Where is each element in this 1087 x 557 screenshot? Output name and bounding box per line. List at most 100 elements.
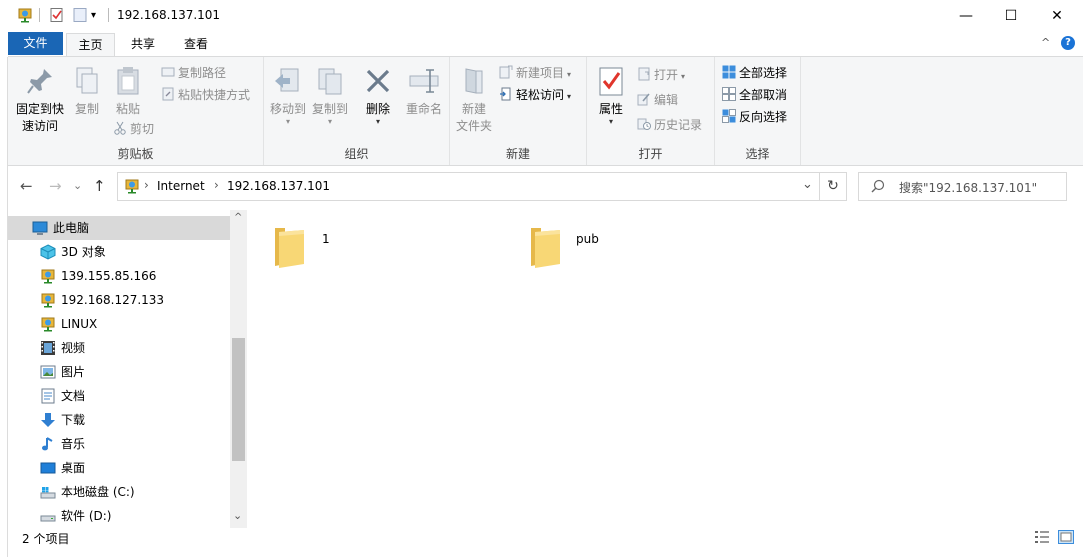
- edit-button[interactable]: 编辑: [637, 90, 678, 110]
- copy-button[interactable]: 复制: [68, 65, 106, 118]
- sidebar-item-music[interactable]: 音乐: [8, 432, 230, 456]
- easy-access-button[interactable]: 轻松访问 ▾: [499, 85, 571, 105]
- edit-label: 编辑: [654, 93, 679, 107]
- new-folder-button[interactable]: 新建 文件夹: [454, 65, 494, 135]
- sidebar-item-this-pc[interactable]: 此电脑: [8, 216, 230, 240]
- desktop-icon: [40, 460, 56, 476]
- window-title: 192.168.137.101: [117, 8, 221, 22]
- pin-icon: [24, 65, 56, 97]
- new-group: 新建 文件夹 新建项目 ▾ 轻松访问 ▾ 新建: [450, 57, 587, 165]
- move-to-button[interactable]: 移动到 ▾: [268, 65, 308, 126]
- move-to-label: 移动到: [269, 102, 306, 116]
- sidebar-item-documents[interactable]: 文档: [8, 384, 230, 408]
- select-none-label: 全部取消: [739, 88, 788, 102]
- sidebar-item-videos[interactable]: 视频: [8, 336, 230, 360]
- open-dropdown-icon: ▾: [681, 72, 686, 81]
- sidebar-item-desktop[interactable]: 桌面: [8, 456, 230, 480]
- search-icon: [871, 179, 885, 193]
- cut-button[interactable]: 剪切: [113, 119, 154, 139]
- scroll-down-icon[interactable]: ⌄: [233, 509, 242, 522]
- search-box[interactable]: 搜索"192.168.137.101": [858, 172, 1067, 201]
- address-bar[interactable]: › Internet › 192.168.137.101 ⌄: [117, 172, 820, 201]
- collapse-ribbon-icon[interactable]: ^: [1041, 36, 1050, 49]
- organize-group-label: 组织: [344, 147, 369, 161]
- drive-icon: [40, 508, 56, 524]
- back-button[interactable]: ←: [20, 178, 33, 194]
- ribbon-tabs: 文件 主页 共享 查看 ^ ?: [0, 31, 1087, 58]
- properties-icon: [595, 65, 627, 97]
- open-button[interactable]: 打开 ▾: [637, 65, 685, 85]
- navigation-scrollbar[interactable]: ^ ⌄: [230, 210, 247, 528]
- large-icons-view-icon[interactable]: [1058, 530, 1074, 544]
- address-dropdown-icon[interactable]: ⌄: [802, 177, 813, 192]
- select-group: 全部选择 全部取消 反向选择 选择: [715, 57, 801, 165]
- rename-label: 重命名: [405, 102, 442, 116]
- tab-home[interactable]: 主页: [66, 33, 115, 58]
- network-location-icon: [124, 178, 140, 194]
- delete-button[interactable]: 删除 ▾: [362, 65, 394, 126]
- sidebar-item-network-2[interactable]: 192.168.127.133: [8, 288, 230, 312]
- paste-shortcut-button[interactable]: 粘贴快捷方式: [161, 85, 250, 105]
- copy-path-icon: [161, 65, 175, 79]
- maximize-button[interactable]: ☐: [988, 0, 1034, 31]
- minimize-button[interactable]: —: [943, 0, 989, 31]
- delete-label: 删除: [365, 102, 390, 116]
- open-icon: [637, 67, 651, 81]
- pin-label-2: 速访问: [21, 119, 58, 133]
- sidebar-item-downloads[interactable]: 下载: [8, 408, 230, 432]
- help-icon[interactable]: ?: [1061, 36, 1075, 50]
- sidebar-item-drive-d[interactable]: 软件 (D:): [8, 504, 230, 528]
- folder-icon: [529, 224, 563, 268]
- invert-selection-label: 反向选择: [739, 110, 788, 124]
- new-item-label: 新建项目: [516, 66, 565, 80]
- properties-quick-icon[interactable]: [49, 7, 65, 23]
- tab-file[interactable]: 文件: [8, 32, 63, 55]
- paste-button[interactable]: 粘贴: [109, 65, 147, 118]
- tab-view[interactable]: 查看: [173, 33, 219, 57]
- folder-item[interactable]: pub: [529, 218, 759, 274]
- select-all-button[interactable]: 全部选择: [722, 63, 787, 83]
- sidebar-item-network-1[interactable]: 139.155.85.166: [8, 264, 230, 288]
- refresh-button[interactable]: ↻: [819, 172, 847, 201]
- organize-group: 移动到 ▾ 复制到 ▾ 删除 ▾ 重命名 组织: [264, 57, 450, 165]
- easy-access-icon: [499, 87, 513, 101]
- rename-button[interactable]: 重命名: [402, 65, 446, 118]
- file-list: 1 pub: [247, 210, 1080, 528]
- easy-access-label: 轻松访问: [516, 88, 565, 102]
- new-folder-quick-icon[interactable]: [72, 7, 88, 23]
- new-item-button[interactable]: 新建项目 ▾: [499, 63, 571, 83]
- close-button[interactable]: ✕: [1034, 0, 1080, 31]
- sidebar-item-pictures[interactable]: 图片: [8, 360, 230, 384]
- tab-share[interactable]: 共享: [120, 33, 166, 57]
- item-count: 2 个项目: [22, 532, 70, 546]
- sidebar-item-local-disk-c[interactable]: 本地磁盘 (C:): [8, 480, 230, 504]
- forward-button[interactable]: →: [49, 178, 62, 194]
- video-icon: [40, 340, 56, 356]
- sidebar-item-label: 此电脑: [53, 221, 90, 235]
- sidebar-item-3d-objects[interactable]: 3D 对象: [8, 240, 230, 264]
- copy-path-label: 复制路径: [178, 66, 227, 80]
- recent-locations-button[interactable]: ⌄: [73, 178, 82, 194]
- up-button[interactable]: ↑: [93, 178, 106, 194]
- details-view-icon[interactable]: [1034, 530, 1050, 544]
- scrollbar-thumb[interactable]: [232, 338, 245, 461]
- select-none-button[interactable]: 全部取消: [722, 85, 787, 105]
- properties-button[interactable]: 属性 ▾: [591, 65, 631, 126]
- sidebar-item-linux[interactable]: LINUX: [8, 312, 230, 336]
- folder-item[interactable]: 1: [273, 218, 503, 274]
- sidebar-item-label: 视频: [61, 341, 86, 355]
- customize-quick-access-icon[interactable]: ▾: [91, 10, 107, 26]
- scroll-up-icon[interactable]: ^: [234, 212, 242, 223]
- copy-path-button[interactable]: 复制路径: [161, 63, 226, 83]
- invert-selection-button[interactable]: 反向选择: [722, 107, 787, 127]
- history-button[interactable]: 历史记录: [637, 115, 702, 135]
- breadcrumb-current[interactable]: 192.168.137.101: [227, 179, 330, 193]
- copy-to-button[interactable]: 复制到 ▾: [310, 65, 350, 126]
- sidebar-item-label: 本地磁盘 (C:): [61, 485, 135, 499]
- sidebar-item-label: 下载: [61, 413, 86, 427]
- select-all-icon: [722, 65, 736, 79]
- new-folder-label-1: 新建: [461, 102, 486, 116]
- documents-icon: [40, 388, 56, 404]
- breadcrumb-internet[interactable]: Internet: [157, 179, 205, 193]
- pin-quick-access-button[interactable]: 固定到快 速访问: [12, 65, 68, 135]
